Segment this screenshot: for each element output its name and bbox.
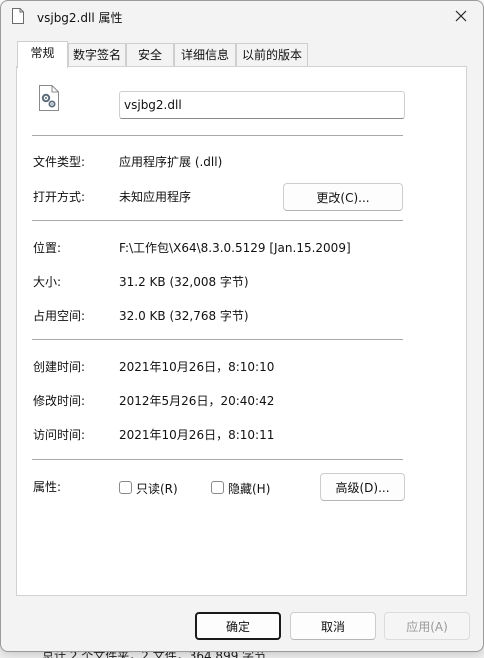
separator [32,135,403,136]
cancel-button[interactable]: 取消 [290,612,376,640]
ok-button[interactable]: 确定 [195,612,281,640]
separator [32,339,403,340]
file-type-value: 应用程序扩展 (.dll) [119,155,223,169]
size-value: 31.2 KB (32,008 字节) [119,275,249,289]
opens-with-value: 未知应用程序 [119,190,192,204]
size-on-disk-value: 32.0 KB (32,768 字节) [119,309,249,323]
tab-previous-versions[interactable]: 以前的版本 [236,43,308,67]
created-label: 创建时间: [33,360,86,374]
tab-digital-signatures[interactable]: 数字签名 [68,43,126,67]
separator [32,220,403,221]
modified-label: 修改时间: [33,394,86,408]
file-type-label: 文件类型: [33,155,86,169]
hidden-checkbox[interactable] [211,481,224,494]
tab-details[interactable]: 详细信息 [174,43,236,67]
location-value: F:\工作包\X64\8.3.0.5129 [Jan.15.2009] [119,241,351,255]
change-button[interactable]: 更改(C)... [283,183,403,211]
size-on-disk-label: 占用空间: [33,309,86,323]
document-icon [11,8,25,24]
separator [32,459,403,460]
properties-dialog: vsjbg2.dll 属性 常规 数字签名 安全 详细信息 以前的版本 vsjb… [0,0,484,652]
size-label: 大小: [33,275,62,289]
opens-with-label: 打开方式: [33,190,86,204]
general-tab-panel: 文件类型: 应用程序扩展 (.dll) 打开方式: 未知应用程序 更改(C)..… [16,66,467,596]
file-name-input[interactable] [119,91,405,119]
tab-security[interactable]: 安全 [126,43,174,67]
modified-value: 2012年5月26日，20:40:42 [119,394,275,408]
close-icon [455,10,467,25]
readonly-checkbox[interactable] [119,481,132,494]
hidden-label[interactable]: 隐藏(H) [228,480,270,497]
apply-button[interactable]: 应用(A) [384,612,470,640]
created-value: 2021年10月26日，8:10:10 [119,360,275,374]
location-label: 位置: [33,241,62,255]
accessed-label: 访问时间: [33,428,86,442]
title-bar[interactable]: vsjbg2.dll 属性 [1,1,483,33]
dll-settings-file-icon [38,85,60,111]
window-title: vsjbg2.dll 属性 [37,11,123,25]
readonly-label[interactable]: 只读(R) [136,480,178,497]
tab-general[interactable]: 常规 [17,41,68,68]
advanced-button[interactable]: 高级(D)... [320,473,405,501]
close-button[interactable] [439,1,483,33]
attributes-label: 属性: [33,480,62,494]
accessed-value: 2021年10月26日，8:10:11 [119,428,275,442]
